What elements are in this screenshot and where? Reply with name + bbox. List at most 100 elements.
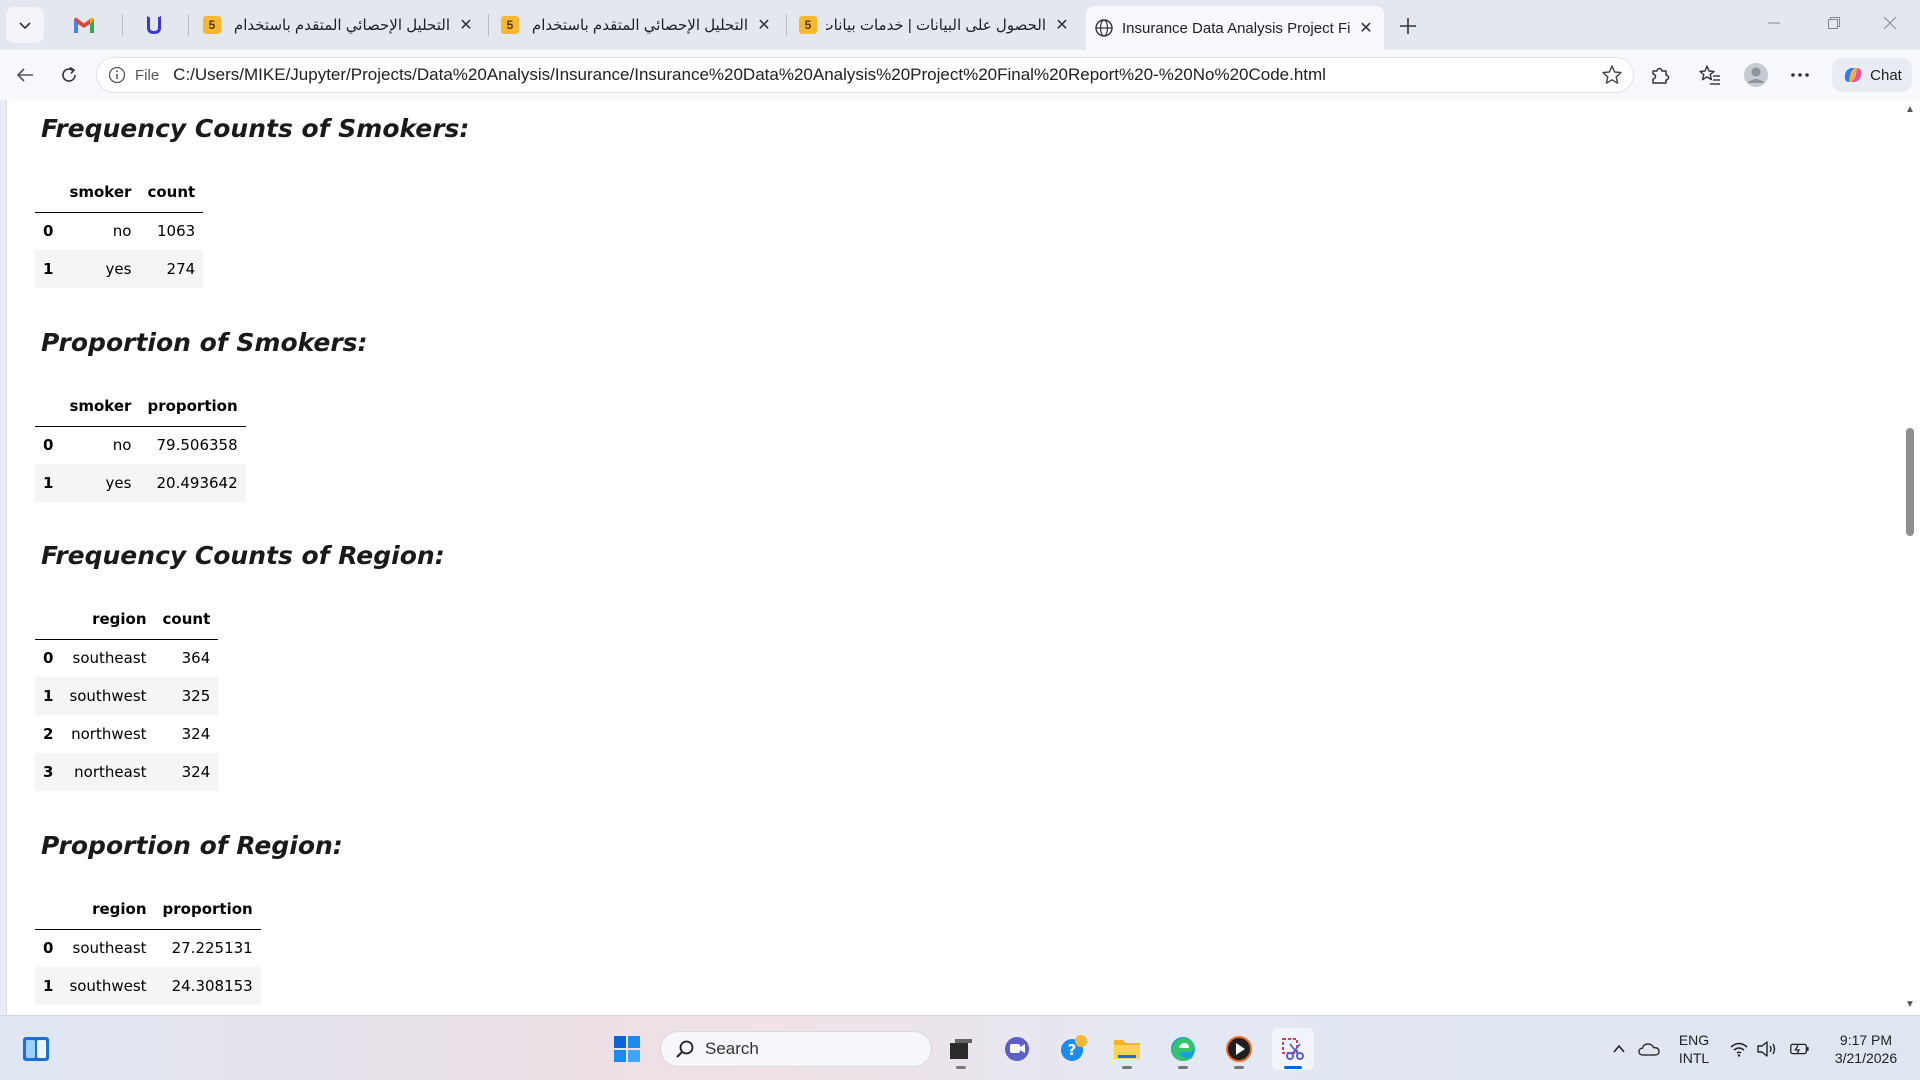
- scrollbar-thumb[interactable]: [1906, 428, 1914, 536]
- close-window-button[interactable]: [1860, 0, 1920, 46]
- avatar-icon: [1744, 63, 1768, 87]
- index-header: [35, 599, 62, 640]
- copilot-chat-button[interactable]: Chat: [1832, 58, 1912, 92]
- battery-icon[interactable]: [1788, 1038, 1810, 1060]
- close-tab-icon[interactable]: ✕: [1052, 15, 1072, 35]
- table-row: 1 yes 274: [35, 250, 204, 288]
- tab-separator: [786, 14, 787, 36]
- taskbar-app-teams[interactable]: [996, 1028, 1038, 1070]
- edge-browser-icon: [1171, 1037, 1195, 1061]
- search-placeholder: Search: [705, 1039, 759, 1058]
- favorite-star-icon[interactable]: [1597, 60, 1627, 90]
- restore-icon: [1828, 17, 1840, 29]
- table-header-row: region proportion: [35, 889, 261, 930]
- get-help-icon: ?: [1061, 1035, 1087, 1061]
- taskbar-search[interactable]: Search: [660, 1031, 932, 1067]
- page-scrollbar[interactable]: ▲ ▼: [1900, 100, 1920, 1015]
- taskbar-app-snipping-tool[interactable]: [1272, 1028, 1314, 1070]
- tab-0[interactable]: 5 التحليل الإحصائي المتقدم باستخدام n ✕: [194, 6, 484, 44]
- taskbar-app-help[interactable]: ?: [1052, 1028, 1094, 1070]
- row-index: 1: [43, 687, 54, 705]
- task-view-icon: [950, 1039, 972, 1059]
- table-cell: southwest: [69, 977, 147, 995]
- favorites-button[interactable]: [1694, 60, 1726, 90]
- table-row: 1 yes 20.493642: [35, 464, 246, 502]
- input-language-indicator[interactable]: ENG INTL: [1674, 1031, 1714, 1067]
- row-index: 0: [43, 436, 54, 455]
- wifi-icon[interactable]: [1728, 1038, 1750, 1060]
- restore-button[interactable]: [1804, 0, 1864, 46]
- tab-2[interactable]: 5 الحصول على البيانات | خدمات بيانات ✕: [790, 6, 1080, 44]
- table-cell: 325: [181, 687, 211, 705]
- tab-badge: 5: [203, 16, 221, 34]
- row-index: 2: [43, 725, 54, 743]
- plus-icon: [1400, 18, 1416, 34]
- pinned-tab-udacity[interactable]: [134, 8, 174, 42]
- keyboard-layout: INTL: [1678, 1050, 1710, 1066]
- smoker-counts-table: smoker count 0 no 1063 1 yes 274: [35, 172, 204, 288]
- column-header: count: [139, 172, 204, 213]
- column-header: region: [61, 889, 155, 930]
- tab-3-active[interactable]: Insurance Data Analysis Project Fin ✕: [1086, 6, 1384, 50]
- url-text[interactable]: C:/Users/MIKE/Jupyter/Projects/Data%20An…: [173, 65, 1597, 85]
- taskbar-app-edge[interactable]: [1162, 1028, 1204, 1070]
- table-cell: southwest: [69, 687, 147, 705]
- scroll-up-arrow-icon[interactable]: ▲: [1904, 104, 1916, 116]
- tab-actions-button[interactable]: [6, 7, 44, 43]
- udacity-icon: [147, 16, 161, 34]
- media-player-icon: [1226, 1036, 1252, 1062]
- svg-text:?: ?: [1068, 1041, 1077, 1059]
- back-button[interactable]: [8, 59, 42, 91]
- widgets-button[interactable]: [15, 1028, 57, 1070]
- table-cell: southeast: [72, 649, 147, 668]
- minimize-button[interactable]: [1744, 0, 1804, 46]
- snipping-tool-icon: [1282, 1038, 1304, 1060]
- taskbar-app-file-explorer[interactable]: [1106, 1028, 1148, 1070]
- new-tab-button[interactable]: [1392, 10, 1424, 42]
- close-tab-icon[interactable]: ✕: [754, 15, 774, 35]
- pinned-tab-gmail[interactable]: [64, 8, 104, 42]
- column-header: region: [61, 599, 155, 640]
- table-row: 0 southeast 27.225131: [35, 929, 261, 967]
- settings-more-button[interactable]: [1784, 60, 1816, 90]
- column-header: count: [154, 599, 219, 640]
- language-code: ENG: [1678, 1032, 1710, 1048]
- table-header-row: smoker proportion: [35, 386, 246, 427]
- volume-speaker-icon[interactable]: [1756, 1038, 1778, 1060]
- search-icon: [676, 1040, 694, 1058]
- tab-separator: [188, 14, 189, 36]
- table-row: 0 no 1063: [35, 212, 203, 250]
- show-hidden-icons-chevron-up-icon[interactable]: [1608, 1038, 1630, 1060]
- running-indicator: [1178, 1066, 1188, 1069]
- onedrive-cloud-icon[interactable]: [1638, 1038, 1660, 1060]
- table-header-row: smoker count: [35, 172, 204, 213]
- extensions-button[interactable]: [1644, 60, 1676, 90]
- tab-title: الحصول على البيانات | خدمات بيانات: [826, 17, 1046, 34]
- taskbar-app-task-view[interactable]: [940, 1028, 982, 1070]
- tab-badge: 5: [501, 16, 519, 34]
- close-tab-icon[interactable]: ✕: [456, 15, 476, 35]
- clock[interactable]: 9:17 PM 3/21/2026: [1820, 1031, 1912, 1067]
- taskbar-app-media-player[interactable]: [1218, 1028, 1260, 1070]
- column-header: smoker: [61, 172, 140, 213]
- folder-icon: [1114, 1040, 1140, 1059]
- close-icon: [1883, 16, 1897, 30]
- teams-meet-icon: [1005, 1037, 1029, 1061]
- globe-icon: [1094, 18, 1114, 38]
- row-index: 0: [43, 649, 54, 668]
- smoker-proportion-table: smoker proportion 0 no 79.506358 1 yes 2…: [35, 386, 246, 502]
- start-button[interactable]: [606, 1028, 648, 1070]
- tab-strip: 5 التحليل الإحصائي المتقدم باستخدام n ✕ …: [0, 0, 1920, 50]
- index-header: [35, 889, 62, 930]
- browser-toolbar: File C:/Users/MIKE/Jupyter/Projects/Data…: [0, 50, 1920, 100]
- puzzle-icon: [1652, 67, 1670, 84]
- address-bar[interactable]: File C:/Users/MIKE/Jupyter/Projects/Data…: [96, 57, 1634, 93]
- info-icon[interactable]: [107, 65, 127, 85]
- tab-1[interactable]: 5 التحليل الإحصائي المتقدم باستخدام R ✕: [492, 6, 782, 44]
- row-index: 3: [43, 763, 54, 781]
- close-tab-icon[interactable]: ✕: [1356, 18, 1376, 38]
- profile-button[interactable]: [1740, 60, 1772, 90]
- reload-button[interactable]: [52, 59, 86, 91]
- table-row: 1 southwest 325: [35, 677, 219, 715]
- scroll-down-arrow-icon[interactable]: ▼: [1904, 999, 1916, 1011]
